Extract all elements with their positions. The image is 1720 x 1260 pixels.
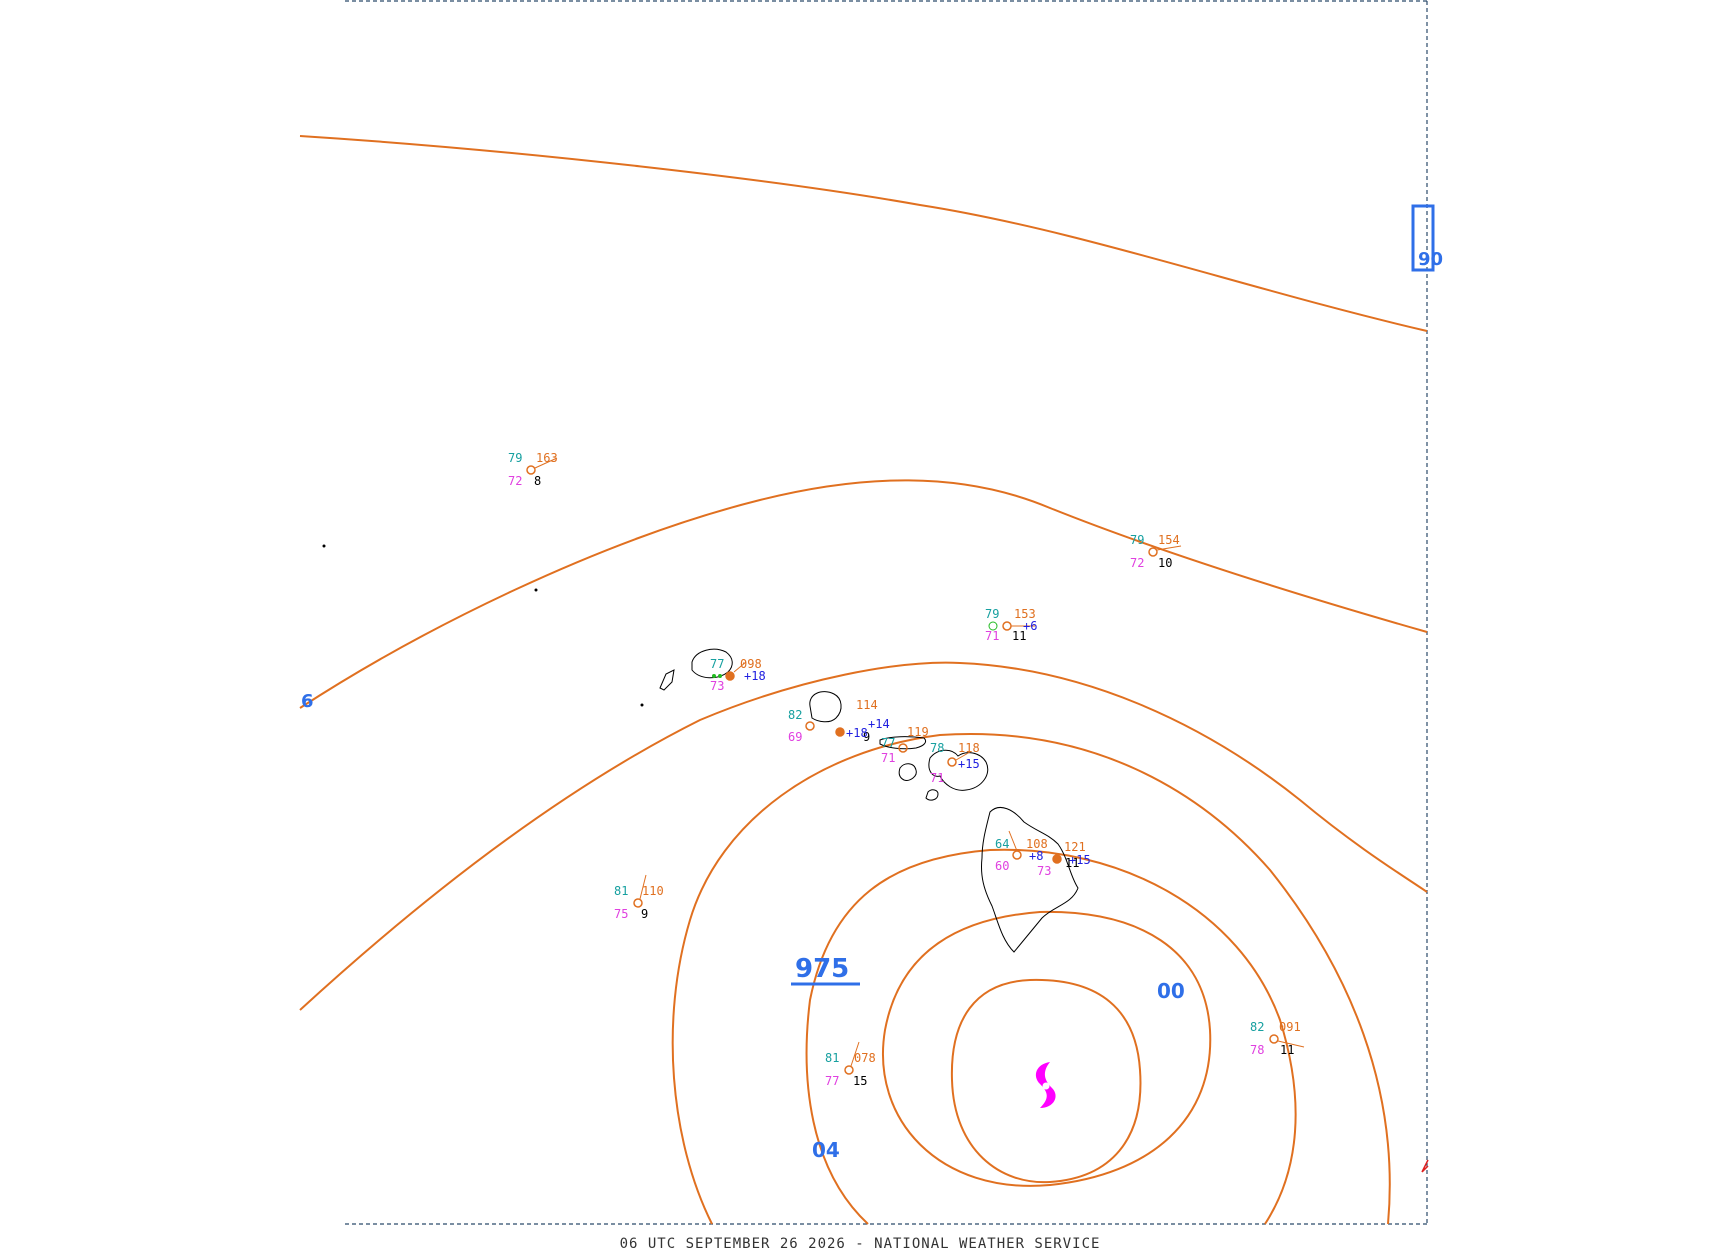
station-circle <box>1052 854 1062 864</box>
isobar-north <box>299 135 1428 332</box>
station-circle <box>835 727 845 737</box>
station-circle <box>805 721 815 731</box>
isobar-label: 975 <box>795 954 849 984</box>
station-circle <box>633 898 643 908</box>
station-circle <box>1002 621 1012 631</box>
station-pressure: 110 <box>642 884 664 898</box>
wind-barb <box>1008 830 1018 852</box>
station-dewpoint: 77 <box>825 1074 839 1088</box>
station-temp: 64 <box>995 837 1009 851</box>
isobar-label: 6 <box>301 691 314 712</box>
station-dewpoint: 60 <box>995 859 1009 873</box>
station-temp: 81 <box>825 1051 839 1065</box>
station-dewpoint: 75 <box>614 907 628 921</box>
station-dewpoint: 71 <box>930 771 944 785</box>
station-pressure: 114 <box>856 698 878 712</box>
station-dewpoint: 71 <box>985 629 999 643</box>
station-temp: 79 <box>508 451 522 465</box>
surface-analysis-map: 6 90 975 00 04 79 163 72 8 79 154 72 10 <box>299 0 1443 1225</box>
station-visibility: 11 <box>1280 1043 1294 1057</box>
station-plot: 77 119 71 <box>881 725 929 765</box>
station-visibility: 10 <box>1158 556 1172 570</box>
station-circle <box>1148 547 1158 557</box>
island-lanai <box>898 763 917 781</box>
station-plot: 81 078 77 15 <box>825 1041 876 1088</box>
station-circle <box>898 743 908 753</box>
isobar-label: 00 <box>1157 979 1185 1003</box>
station-pressure: 163 <box>536 451 558 465</box>
islet-1 <box>322 544 326 548</box>
station-circle <box>1269 1034 1279 1044</box>
station-plot: 77 098 73 +18 <box>710 657 766 693</box>
station-temp: 78 <box>930 741 944 755</box>
station-tendency: +15 <box>1069 853 1091 867</box>
station-plot: 79 154 72 10 <box>1130 533 1182 570</box>
station-plot: 81 110 75 9 <box>614 874 664 921</box>
station-dewpoint: 69 <box>788 730 802 744</box>
isobar-label: 04 <box>812 1138 840 1162</box>
station-tendency: +14 <box>868 717 890 731</box>
station-pressure: 119 <box>907 725 929 739</box>
station-dewpoint: 72 <box>508 474 522 488</box>
station-visibility: 8 <box>534 474 541 488</box>
hurricane-icon-eye <box>1042 1082 1050 1090</box>
island-niihau <box>659 669 675 691</box>
station-tendency: +18 <box>744 669 766 683</box>
station-dewpoint: 72 <box>1130 556 1144 570</box>
map-footer: 06 UTC SEPTEMBER 26 2026 - NATIONAL WEAT… <box>619 1236 1101 1252</box>
hurricane-icon <box>1035 1062 1056 1108</box>
station-dewpoint: 73 <box>1037 864 1051 878</box>
island-kahoolawe <box>925 789 939 801</box>
station-tendency: +8 <box>1029 849 1043 863</box>
station-pressure: 078 <box>854 1051 876 1065</box>
station-dewpoint: 78 <box>1250 1043 1264 1057</box>
station-tendency: +18 <box>846 726 868 740</box>
station-temp: 81 <box>614 884 628 898</box>
station-dewpoint: 71 <box>881 751 895 765</box>
island-oahu <box>809 691 842 723</box>
station-visibility: 15 <box>853 1074 867 1088</box>
island-big-island <box>981 807 1079 953</box>
isobar-upper-arc <box>299 479 1428 709</box>
station-plot: 82 091 78 11 <box>1250 1020 1305 1057</box>
station-pressure: 121 <box>1064 840 1086 854</box>
station-temp: 82 <box>788 708 802 722</box>
station-circle <box>1012 850 1022 860</box>
isobar-label: 90 <box>1418 249 1443 270</box>
station-pressure: 091 <box>1279 1020 1301 1034</box>
station-plot: 79 163 72 8 <box>508 451 558 488</box>
isobar-inner-2 <box>805 848 1297 1225</box>
station-temp: 77 <box>881 736 895 750</box>
map-border <box>345 0 1428 1225</box>
station-pressure: 118 <box>958 741 980 755</box>
station-pressure: 154 <box>1158 533 1180 547</box>
station-plot: 82 114 69 9 +14 <box>788 698 890 744</box>
station-temp: 79 <box>985 607 999 621</box>
station-temp: 82 <box>1250 1020 1264 1034</box>
station-plot: +18 <box>835 726 868 740</box>
islet-3 <box>640 703 644 707</box>
station-circle <box>844 1065 854 1075</box>
station-temp: 79 <box>1130 533 1144 547</box>
station-visibility: 9 <box>641 907 648 921</box>
station-weather-symbol <box>712 674 716 678</box>
station-tendency: +15 <box>958 757 980 771</box>
station-weather-symbol <box>718 674 722 678</box>
station-dewpoint: 73 <box>710 679 724 693</box>
station-plot: 78 118 71 +15 <box>930 741 980 785</box>
station-tendency: +6 <box>1023 619 1037 633</box>
station-plot: 79 153 71 11 +6 <box>985 607 1037 643</box>
station-circle <box>526 465 536 475</box>
isobar-mid-arc <box>299 661 1428 1011</box>
isobar-inner-1 <box>882 910 1212 1187</box>
islet-2 <box>534 588 538 592</box>
station-circle <box>725 671 735 681</box>
station-temp: 77 <box>710 657 724 671</box>
isobar-labels: 6 90 975 00 04 <box>301 204 1443 1162</box>
station-circle <box>947 757 957 767</box>
